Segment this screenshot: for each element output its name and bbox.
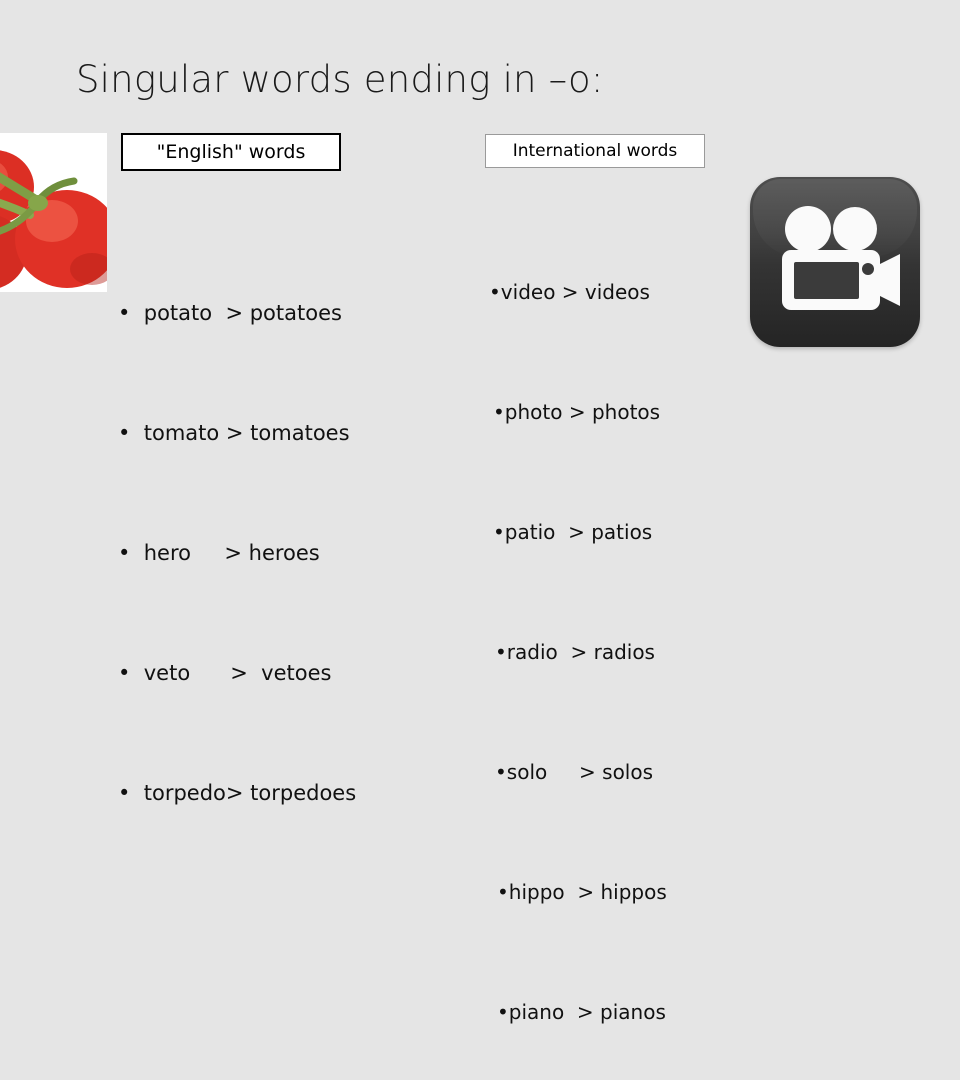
list-item: • torpedo> torpedoes xyxy=(118,781,357,805)
header-international-words: International words xyxy=(485,134,705,168)
header-english-words: "English" words xyxy=(121,133,341,171)
list-item: • hero > heroes xyxy=(118,541,320,565)
tomatoes-illustration xyxy=(0,133,107,292)
page-title: Singular words ending in –o: xyxy=(76,58,604,101)
english-words-list: • potato > potatoes • tomato > tomatoes … xyxy=(118,213,356,893)
list-item: •video > videos xyxy=(489,280,650,304)
list-item: •radio > radios xyxy=(495,640,655,664)
list-item: •patio > patios xyxy=(493,520,653,544)
movie-camera-glyph xyxy=(782,206,900,310)
list-item: •photo > photos xyxy=(493,400,661,424)
tomatoes-photo xyxy=(0,133,107,292)
list-item: •hippo > hippos xyxy=(497,880,667,904)
list-item: • potato > potatoes xyxy=(118,301,342,325)
video-camera-icon xyxy=(750,177,920,347)
list-item: • tomato > tomatoes xyxy=(118,421,350,445)
list-item: • veto > vetoes xyxy=(118,661,332,685)
list-item: •piano > pianos xyxy=(497,1000,666,1024)
list-item: •solo > solos xyxy=(495,760,654,784)
slide-canvas: Singular words ending in –o: "English" w… xyxy=(0,0,960,1024)
international-words-list: •video > videos •photo > photos •patio >… xyxy=(489,192,667,1080)
